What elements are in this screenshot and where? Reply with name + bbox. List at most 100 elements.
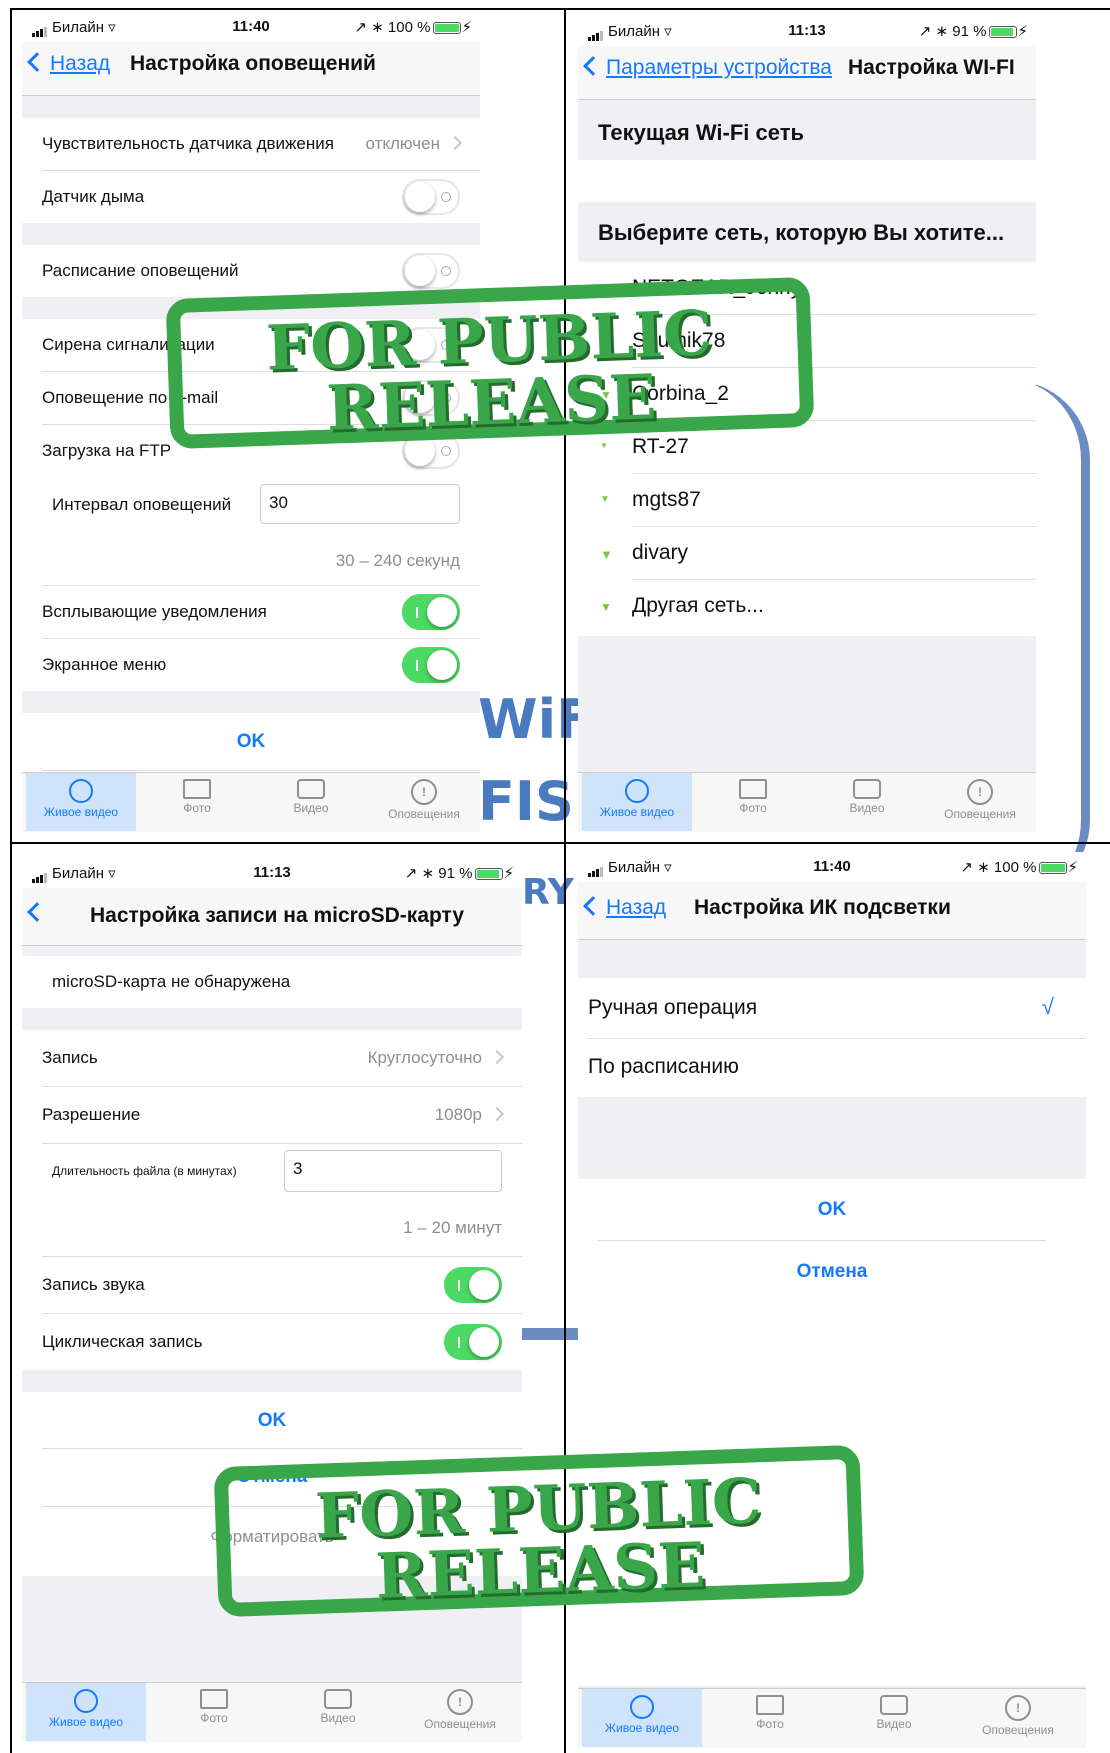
loop-recording-toggle[interactable] (444, 1324, 502, 1360)
back-button[interactable]: Назад (583, 896, 666, 920)
tab-photo[interactable]: Фото (142, 773, 252, 831)
section-gap (22, 96, 480, 118)
tab-label: Видео (876, 1717, 912, 1731)
back-button[interactable]: Параметры устройства (583, 56, 832, 80)
cancel-button[interactable]: Отмена (578, 1246, 1086, 1298)
location-icon: ↗ (918, 23, 932, 40)
row-recording-mode[interactable]: Запись Круглосуточно (22, 1030, 522, 1086)
row-resolution[interactable]: Разрешение 1080p (22, 1087, 522, 1143)
smoke-sensor-toggle[interactable] (402, 179, 460, 215)
status-bar: Билайн ▿ 11:40 ↗ ∗ 100 % ⚡ (578, 852, 1086, 882)
alert-schedule-toggle[interactable] (402, 253, 460, 289)
row-label: Чувствительность датчика движения (42, 134, 334, 153)
duration-hint-row: 1 – 20 минут (22, 1200, 522, 1256)
battery-icon (1039, 862, 1068, 875)
ok-button[interactable]: OK (578, 1184, 1086, 1236)
row-popup-notifications: Всплывающие уведомления (22, 586, 480, 638)
network-name: divary (632, 541, 689, 564)
tab-live-video[interactable]: Живое видео (582, 773, 692, 831)
back-button[interactable]: Назад (27, 52, 111, 76)
tab-video[interactable]: Видео (256, 773, 366, 831)
tab-alerts[interactable]: ! Оповещения (924, 773, 1036, 831)
option-scheduled[interactable]: По расписанию (578, 1039, 1086, 1097)
charging-icon: ⚡ (461, 19, 472, 36)
tab-live-video[interactable]: Живое видео (26, 773, 136, 831)
section-gap (578, 940, 1086, 978)
nav-bar: Параметры устройства Настройка WI-FI (578, 46, 1036, 100)
video-icon (880, 1695, 908, 1715)
row-alert-schedule: Расписание оповещений (22, 245, 480, 297)
network-name: Другая сеть... (632, 594, 764, 617)
popup-notifications-toggle[interactable] (402, 594, 460, 630)
row-alert-interval: Интервал оповещений 30 (22, 477, 480, 533)
back-label: Назад (50, 52, 111, 75)
tab-bar: Живое видео Фото Видео ! Оповещения (22, 1682, 522, 1742)
network-name: RT-27 (632, 435, 689, 458)
photo-icon (739, 779, 767, 799)
row-label: Расписание оповещений (42, 261, 239, 280)
separator (42, 770, 480, 771)
photo-icon (200, 1689, 228, 1709)
network-item[interactable]: ▼ mgts87 (578, 474, 1036, 526)
ok-button[interactable]: OK (22, 1396, 522, 1446)
video-icon (297, 779, 325, 799)
interval-hint-row: 30 – 240 секунд (22, 533, 480, 585)
row-label: Интервал оповещений (52, 495, 232, 514)
row-label: Запись (42, 1048, 98, 1067)
battery-percent: 100 % (387, 19, 431, 36)
photo-icon (183, 779, 211, 799)
section-gap (22, 1370, 522, 1392)
screen-menu-toggle[interactable] (402, 647, 460, 683)
checkmark-icon: √ (1041, 994, 1054, 1019)
live-video-icon (69, 779, 93, 803)
bluetooth-icon: ∗ (421, 865, 435, 882)
row-value: отключен (365, 134, 441, 153)
tab-label: Видео (293, 801, 329, 815)
section-gap (22, 946, 522, 956)
duration-hint: 1 – 20 минут (403, 1218, 502, 1237)
tab-label: Оповещения (388, 807, 460, 821)
bluetooth-icon: ∗ (935, 23, 949, 40)
battery-icon (433, 22, 462, 35)
tab-label: Оповещения (944, 807, 1016, 821)
tab-photo[interactable]: Фото (154, 1683, 274, 1741)
tab-label: Видео (320, 1711, 356, 1725)
back-button[interactable] (27, 902, 50, 926)
battery-percent: 91 % (438, 865, 473, 882)
interval-hint: 30 – 240 секунд (335, 551, 460, 570)
alert-interval-input[interactable]: 30 (260, 484, 460, 524)
video-icon (324, 1689, 352, 1709)
tab-live-video[interactable]: Живое видео (26, 1683, 146, 1741)
release-stamp-top: FOR PUBLIC RELEASE (165, 276, 815, 450)
tab-label: Живое видео (599, 805, 675, 819)
live-video-icon (630, 1695, 654, 1719)
tab-live-video[interactable]: Живое видео (582, 1689, 702, 1747)
file-duration-input[interactable]: 3 (284, 1150, 502, 1192)
option-manual[interactable]: Ручная операция √ (578, 978, 1086, 1038)
network-item-other[interactable]: ▼ Другая сеть... (578, 580, 1036, 632)
wifi-icon: ▼ (600, 494, 610, 505)
tab-video[interactable]: Видео (278, 1683, 398, 1741)
tab-alerts[interactable]: ! Оповещения (958, 1689, 1078, 1747)
section-gap (22, 1008, 522, 1030)
tab-label: Живое видео (48, 1715, 124, 1729)
sd-status-label: microSD-карта не обнаружена (52, 972, 291, 991)
tab-alerts[interactable]: ! Оповещения (402, 1683, 518, 1741)
tab-photo[interactable]: Фото (710, 1689, 830, 1747)
watermark-bar (522, 1328, 580, 1340)
tab-alerts[interactable]: ! Оповещения (368, 773, 480, 831)
ok-button[interactable]: OK (22, 717, 480, 767)
divider-horizontal (10, 842, 1110, 844)
battery-icon (475, 868, 504, 881)
audio-recording-toggle[interactable] (444, 1267, 502, 1303)
tab-photo[interactable]: Фото (698, 773, 808, 831)
network-item[interactable]: ▼ divary (578, 527, 1036, 579)
status-bar: Билайн ▿ 11:13 ↗ ∗ 91 % ⚡ (22, 858, 522, 888)
live-video-icon (625, 779, 649, 803)
row-label: Загрузка на FTP (42, 441, 172, 460)
row-motion-sensitivity[interactable]: Чувствительность датчика движения отключ… (22, 118, 480, 170)
tab-video[interactable]: Видео (812, 773, 922, 831)
tab-video[interactable]: Видео (834, 1689, 954, 1747)
page-title: Настройка ИК подсветки (694, 896, 951, 919)
row-audio-recording: Запись звука (22, 1257, 522, 1313)
